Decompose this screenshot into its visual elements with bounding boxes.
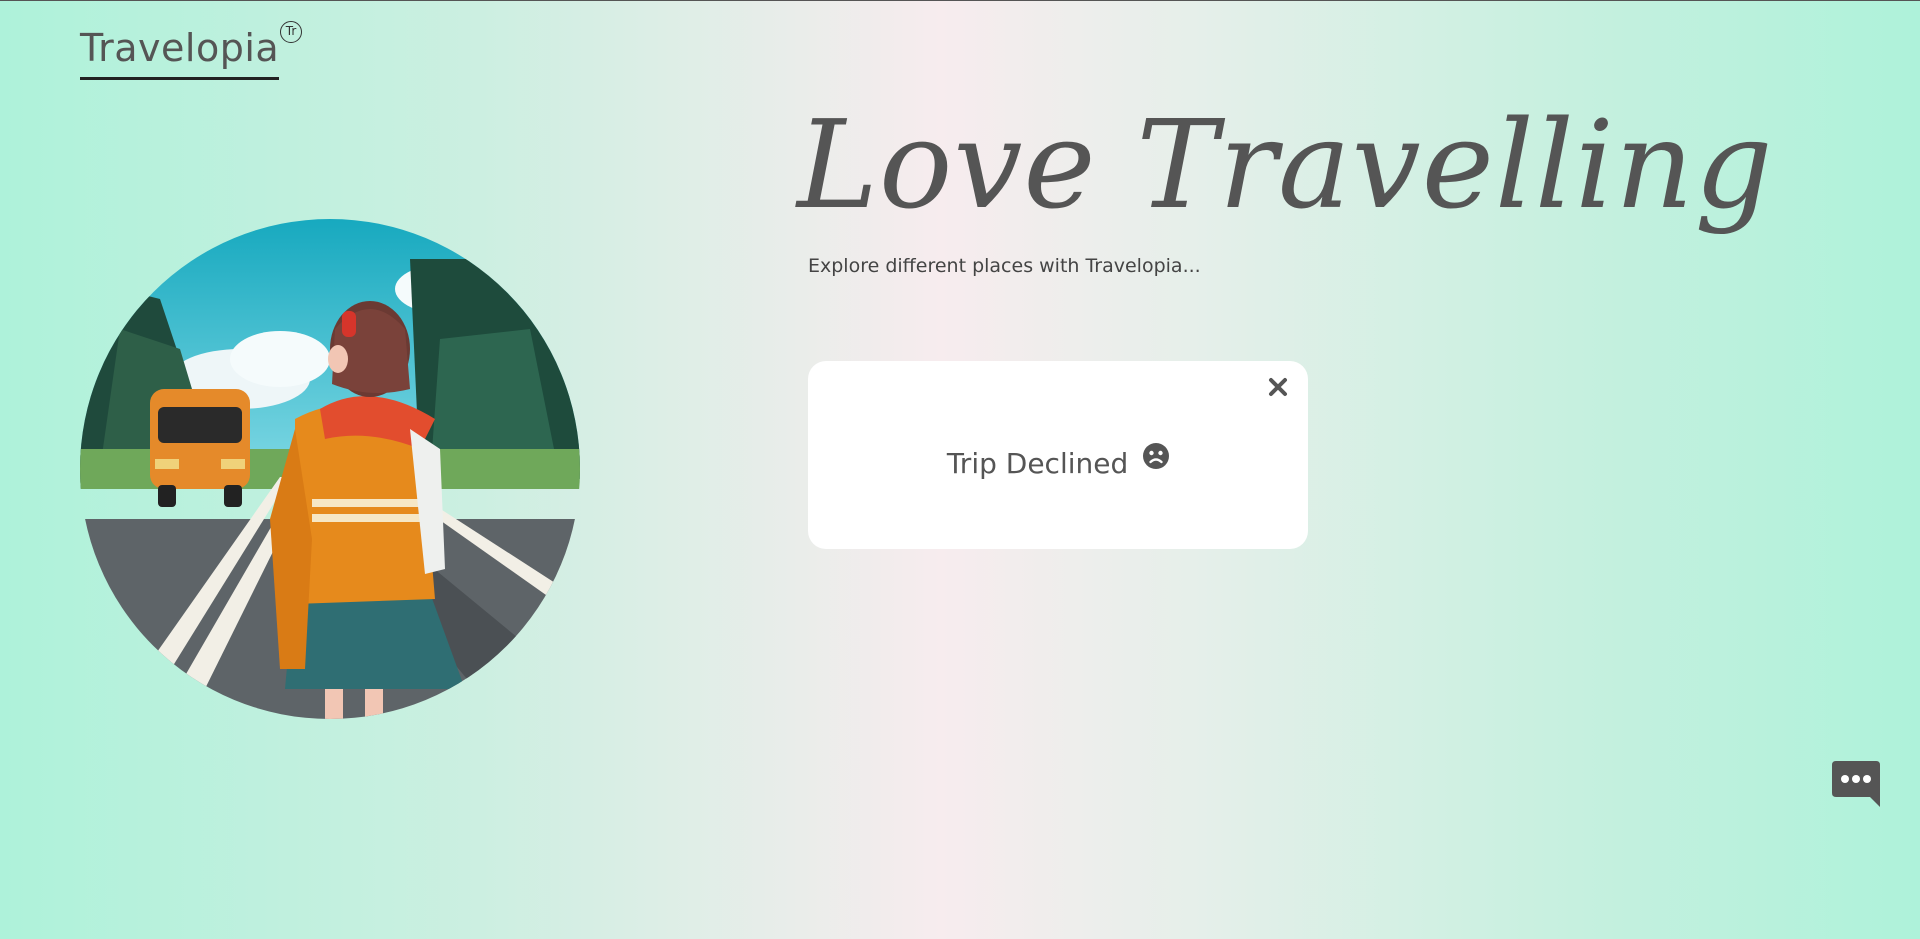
frown-face-icon [1143,443,1170,476]
hero-image [80,219,580,719]
status-message: Trip Declined [808,443,1308,480]
hero-illustration [80,219,580,719]
chat-bubble-icon [1832,761,1880,807]
chat-button[interactable] [1830,759,1882,809]
close-icon[interactable] [1264,373,1292,401]
brand-name: Travelopia [80,21,280,80]
status-text: Trip Declined [946,447,1129,480]
close-icon-glyph [1269,378,1287,396]
brand-logo[interactable]: Travelopia Tr [80,21,302,80]
notification-card: Trip Declined [808,361,1308,549]
headline: Love Travelling [797,94,1774,236]
brand-badge: Tr [280,21,302,43]
subheadline: Explore different places with Travelopia… [808,255,1201,277]
